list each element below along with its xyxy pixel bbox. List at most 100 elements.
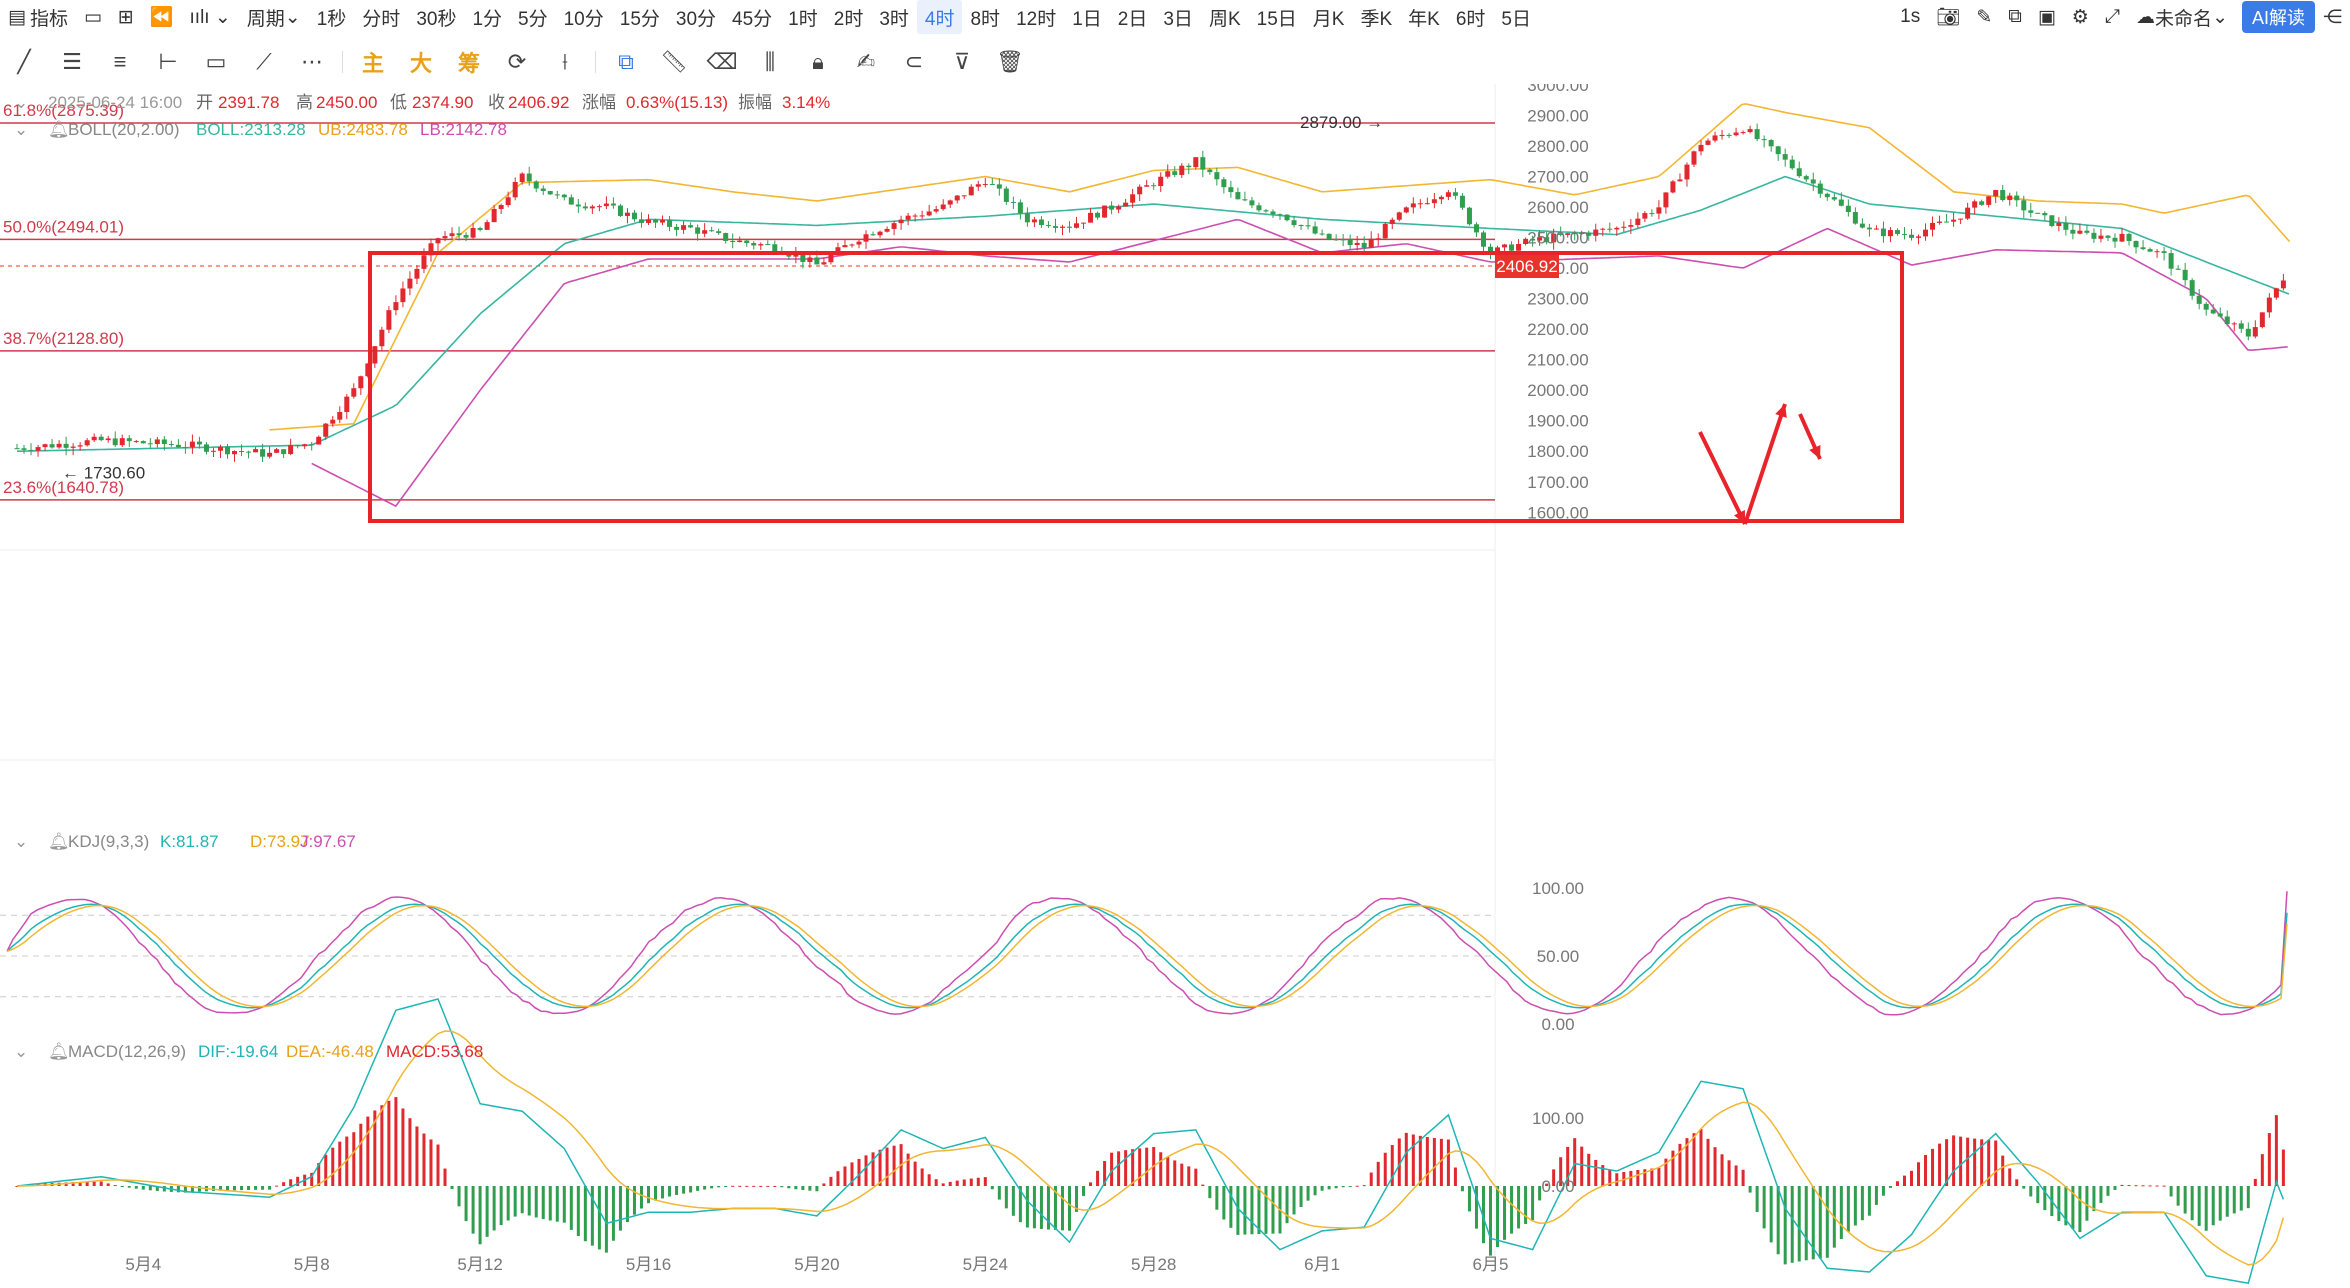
macd-hist-bar: [1895, 1181, 1899, 1186]
collapse-icon[interactable]: ⌄: [14, 832, 28, 851]
collapse-icon[interactable]: ⌄: [14, 1042, 28, 1061]
tab-timeframe-21[interactable]: 季K: [1352, 0, 1400, 34]
candle-body: [814, 257, 820, 265]
macd-hist-bar: [548, 1186, 552, 1221]
rewind-icon[interactable]: ⏪: [142, 0, 182, 34]
gear-icon[interactable]: ⚙︎: [2064, 0, 2097, 34]
collapse-icon[interactable]: ⌄: [14, 93, 28, 112]
tab-timeframe-16[interactable]: 2日: [1110, 0, 1156, 34]
candle-body: [14, 448, 20, 450]
tab-timeframe-23[interactable]: 6时: [1448, 0, 1494, 34]
candle-body: [1614, 227, 1620, 230]
kline-chart[interactable]: 61.8%(2875.39)50.0%(2494.01)38.7%(2128.8…: [0, 84, 2350, 1284]
candle-body: [1684, 164, 1690, 180]
trash-icon[interactable]: 🗑︎: [986, 49, 1034, 75]
divider: [595, 51, 596, 73]
macd-hist-bar: [1706, 1138, 1710, 1186]
share-window-icon[interactable]: ⧉: [2000, 0, 2030, 34]
tab-timeframe-6[interactable]: 15分: [612, 0, 668, 34]
tab-timeframe-0[interactable]: 1秒: [309, 0, 355, 34]
rectangle-tool-icon[interactable]: ▭: [192, 49, 240, 75]
horizontal-ray-icon[interactable]: ⊢: [144, 49, 192, 75]
candle-body: [1761, 139, 1767, 141]
macd-hist-bar: [773, 1185, 777, 1187]
macd-hist-bar: [99, 1181, 103, 1186]
note-icon[interactable]: ✍: [842, 49, 890, 75]
candle-body: [1782, 154, 1788, 160]
tab-timeframe-18[interactable]: 周K: [1201, 0, 1249, 34]
kdj-tick-label: 0.00: [1541, 1015, 1574, 1034]
kdj-pane[interactable]: [0, 891, 2288, 1016]
tab-timeframe-12[interactable]: 4时: [916, 0, 963, 34]
sync-icon[interactable]: ⟳: [493, 49, 541, 75]
macd-hist-bar: [1769, 1186, 1773, 1243]
macd-hist-bar: [2253, 1178, 2257, 1186]
candle-body: [631, 212, 637, 220]
line-tool-icon[interactable]: ╱: [0, 49, 48, 75]
magnet-icon[interactable]: ⊂: [890, 49, 938, 75]
tab-timeframe-5[interactable]: 10分: [556, 0, 612, 34]
tab-timeframe-1[interactable]: 分时: [354, 0, 408, 34]
candle-body: [2224, 316, 2230, 325]
tab-timeframe-2[interactable]: 30秒: [408, 0, 464, 34]
tab-timeframe-3[interactable]: 1分: [464, 0, 510, 34]
bell-icon[interactable]: 🔔︎: [48, 120, 70, 139]
candle-icon[interactable]: ⫼: [746, 49, 794, 75]
tab-timeframe-15[interactable]: 1日: [1064, 0, 1110, 34]
lock-icon[interactable]: 🔒︎: [794, 49, 842, 75]
tab-timeframe-9[interactable]: 1时: [780, 0, 826, 34]
ruler-icon[interactable]: 📏︎: [650, 49, 698, 75]
tab-timeframe-17[interactable]: 3日: [1155, 0, 1201, 34]
candle-body: [947, 200, 953, 205]
measure-icon[interactable]: ⟊: [541, 49, 589, 75]
tab-timeframe-14[interactable]: 12时: [1008, 0, 1064, 34]
period-dropdown[interactable]: 周期 ⌄: [239, 0, 309, 34]
ai-button[interactable]: AI解读: [2241, 1, 2315, 33]
layout-icon[interactable]: ⊞: [110, 0, 142, 34]
fullscreen-icon[interactable]: ⤢: [2097, 0, 2128, 34]
layout-name-dropdown[interactable]: ☁︎ 未命名 ⌄: [2128, 0, 2236, 34]
tab-timeframe-24[interactable]: 5日: [1493, 0, 1539, 34]
calendar-icon[interactable]: ▭: [76, 0, 110, 34]
bell-icon[interactable]: 🔔︎: [48, 832, 70, 851]
tab-timeframe-4[interactable]: 5分: [510, 0, 556, 34]
tab-timeframe-11[interactable]: 3时: [871, 0, 917, 34]
horizontal-lines-icon[interactable]: ≡: [96, 49, 144, 75]
candle-body: [933, 209, 939, 212]
indicator-button[interactable]: ▤ 指标: [0, 0, 76, 34]
main-chart-toggle[interactable]: 主: [349, 46, 397, 78]
candle-body: [63, 443, 69, 448]
tab-timeframe-20[interactable]: 月K: [1305, 0, 1353, 34]
eraser-icon[interactable]: ⌫: [698, 49, 746, 75]
filter-icon[interactable]: ⊽: [938, 49, 986, 75]
macd-hist-bar: [485, 1186, 489, 1237]
copy-icon[interactable]: ⧉: [602, 49, 650, 75]
collapse-icon[interactable]: ⌄: [14, 120, 28, 139]
template-icon[interactable]: ▣: [2030, 0, 2064, 34]
pen-icon[interactable]: ✎: [1968, 0, 2000, 34]
y-tick-label: 2700.00: [1527, 168, 1588, 187]
tab-timeframe-8[interactable]: 45分: [724, 0, 780, 34]
trend-tool-icon[interactable]: ⟋: [240, 49, 288, 75]
candle-body: [2000, 190, 2006, 201]
tab-timeframe-13[interactable]: 8时: [962, 0, 1008, 34]
chips-toggle[interactable]: 筹: [445, 46, 493, 78]
share-icon[interactable]: ⋲: [2315, 0, 2350, 34]
tab-timeframe-7[interactable]: 30分: [668, 0, 724, 34]
large-order-toggle[interactable]: 大: [397, 46, 445, 78]
main-price-pane[interactable]: 61.8%(2875.39)50.0%(2494.01)38.7%(2128.8…: [0, 101, 2291, 508]
candle-body: [688, 225, 694, 228]
candle-body: [709, 230, 715, 232]
candle-body: [1368, 238, 1374, 248]
bell-icon[interactable]: 🔔︎: [48, 1042, 70, 1061]
parallel-lines-icon[interactable]: ☰: [48, 49, 96, 75]
macd-hist-bar: [661, 1186, 665, 1199]
camera-icon[interactable]: 📷︎: [1928, 0, 1968, 34]
tab-timeframe-19[interactable]: 15日: [1249, 0, 1305, 34]
refresh-rate[interactable]: 1s: [1892, 0, 1928, 34]
tab-timeframe-10[interactable]: 2时: [826, 0, 872, 34]
macd-hist-bar: [857, 1158, 861, 1186]
tab-timeframe-22[interactable]: 年K: [1400, 0, 1448, 34]
candle-type-icon[interactable]: ıılı ⌄: [182, 0, 239, 34]
more-tools-icon[interactable]: ⋯: [288, 49, 336, 75]
